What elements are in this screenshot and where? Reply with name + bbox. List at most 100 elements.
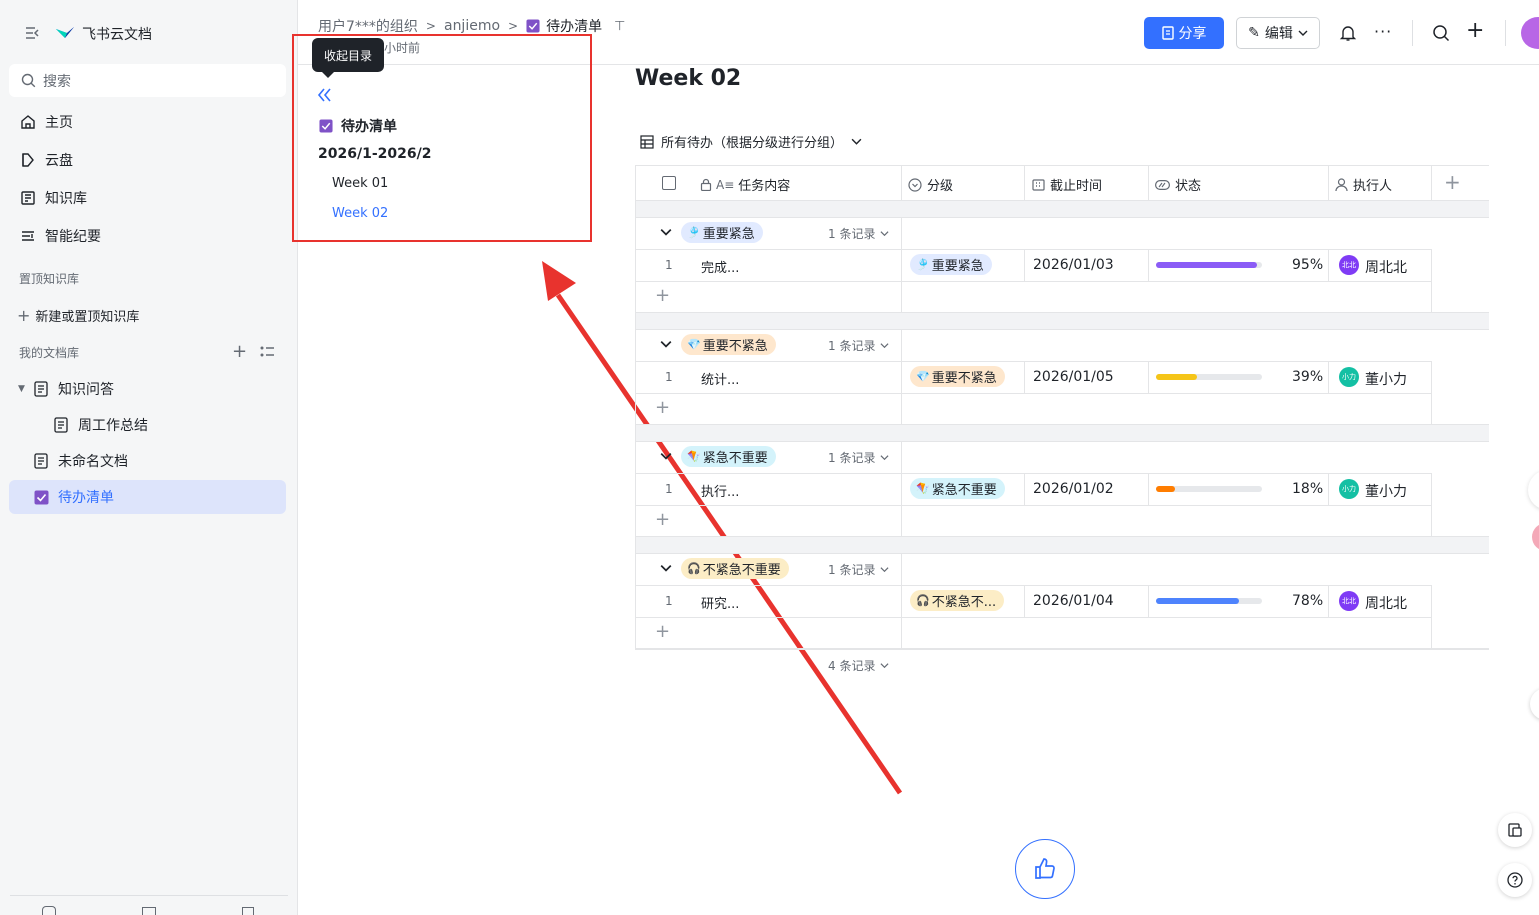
- pin-icon[interactable]: ⊤: [614, 19, 625, 34]
- row-line: [635, 200, 1489, 201]
- group-record-count[interactable]: 1 条记录: [828, 561, 889, 578]
- group-collapse-icon[interactable]: [660, 226, 672, 238]
- level-tag[interactable]: 💎 重要不紧急: [910, 366, 1005, 387]
- level-emoji-icon: 💎: [916, 370, 930, 383]
- row-line: [635, 441, 1489, 442]
- bell-icon[interactable]: [1339, 24, 1357, 46]
- group-count-label: 1 条记录: [828, 227, 876, 241]
- breadcrumb-space[interactable]: anjiemo: [444, 18, 500, 34]
- lock-icon: [700, 178, 712, 191]
- column-header-level[interactable]: 分级: [908, 175, 953, 194]
- owner-name[interactable]: 周北北: [1365, 593, 1407, 613]
- column-header-due[interactable]: 截止时间: [1032, 175, 1102, 194]
- group-separator: [636, 536, 1489, 553]
- add-row-plus-icon[interactable]: +: [655, 511, 670, 529]
- tree-item-label: 周工作总结: [78, 418, 148, 434]
- level-tag[interactable]: 🎧 不紧急不...: [910, 590, 1005, 611]
- more-icon[interactable]: ···: [1374, 22, 1392, 41]
- level-tag[interactable]: 🪁 紧急不重要: [910, 478, 1005, 499]
- row-line: [635, 393, 1432, 394]
- column-header-task[interactable]: A≡ 任务内容: [700, 175, 790, 194]
- nav-drive[interactable]: 云盘: [9, 143, 286, 177]
- column-header-owner[interactable]: 执行人: [1335, 175, 1392, 194]
- app-name: 飞书云文档: [82, 27, 152, 43]
- minutes-icon: [19, 227, 37, 245]
- group-collapse-icon[interactable]: [660, 562, 672, 574]
- due-date-cell[interactable]: 2026/01/05: [1033, 369, 1114, 385]
- side-float-avatar[interactable]: [1530, 688, 1539, 720]
- select-all-checkbox[interactable]: [662, 176, 676, 190]
- group-tag-label: 重要不紧急: [702, 339, 768, 354]
- doc-title[interactable]: Week 02: [635, 66, 741, 91]
- task-cell[interactable]: 执行...: [701, 481, 739, 500]
- copy-doc-icon: [1508, 823, 1522, 837]
- side-float-badge[interactable]: [1532, 523, 1539, 551]
- annotation-highlight-box: [292, 34, 592, 242]
- sidebar-footer-divider: [10, 895, 288, 896]
- share-button[interactable]: 分享: [1144, 17, 1224, 49]
- assistant-float-button[interactable]: [1498, 813, 1532, 847]
- add-row-plus-icon[interactable]: +: [655, 399, 670, 417]
- like-button[interactable]: [1015, 839, 1075, 899]
- nav-wiki-label: 知识库: [45, 191, 87, 207]
- due-date-cell[interactable]: 2026/01/04: [1033, 593, 1114, 609]
- group-record-count[interactable]: 1 条记录: [828, 449, 889, 466]
- add-doc-plus-icon[interactable]: +: [232, 343, 247, 361]
- row-line: [635, 536, 1489, 537]
- add-row-plus-icon[interactable]: +: [655, 287, 670, 305]
- delete-footer-icon[interactable]: [242, 907, 254, 915]
- add-row-plus-icon[interactable]: +: [655, 623, 670, 641]
- collapse-sidebar-icon[interactable]: [24, 24, 42, 42]
- notification-footer-icon[interactable]: [42, 906, 56, 915]
- column-header-status[interactable]: 状态: [1155, 175, 1201, 194]
- col-line: [1148, 249, 1149, 281]
- edit-mode-button[interactable]: ✎ 编辑: [1236, 17, 1320, 49]
- breadcrumb-org[interactable]: 用户7***的组织: [318, 16, 418, 36]
- owner-name[interactable]: 董小力: [1365, 481, 1407, 501]
- group-record-count[interactable]: 1 条记录: [828, 225, 889, 242]
- level-tag[interactable]: 🎐 重要紧急: [910, 254, 992, 275]
- breadcrumb-doc[interactable]: 待办清单: [546, 16, 602, 36]
- tree-item-todo-list[interactable]: 待办清单: [9, 480, 286, 514]
- help-button[interactable]: [1498, 863, 1532, 897]
- nav-home[interactable]: 主页: [9, 105, 286, 139]
- library-list-icon[interactable]: [259, 344, 275, 364]
- group-separator: [636, 200, 1489, 217]
- col-line: [1328, 585, 1329, 617]
- add-column-plus-icon[interactable]: +: [1444, 172, 1461, 192]
- search-icon[interactable]: [1432, 24, 1450, 46]
- owner-avatar: 北北: [1339, 255, 1359, 275]
- owner-name[interactable]: 董小力: [1365, 369, 1407, 389]
- nav-minutes[interactable]: 智能纪要: [9, 219, 286, 253]
- chevron-down-icon: [880, 661, 889, 670]
- group-collapse-icon[interactable]: [660, 338, 672, 350]
- col-line: [1024, 361, 1025, 393]
- col-line: [1024, 473, 1025, 505]
- trash-footer-icon[interactable]: [142, 907, 156, 915]
- nav-drive-label: 云盘: [45, 153, 73, 169]
- view-selector[interactable]: 所有待办（根据分级进行分组）: [640, 132, 862, 151]
- progress-bar-fill: [1156, 262, 1257, 268]
- expand-caret-icon[interactable]: ▼: [18, 384, 30, 394]
- due-date-cell[interactable]: 2026/01/03: [1033, 257, 1114, 273]
- tree-item-untitled[interactable]: 未命名文档: [9, 444, 286, 478]
- due-date-cell[interactable]: 2026/01/02: [1033, 481, 1114, 497]
- tree-item-weekly-summary[interactable]: 周工作总结: [9, 408, 286, 442]
- owner-avatar: 北北: [1339, 591, 1359, 611]
- sidebar: 飞书云文档 搜索 主页 云盘 知识库 智能纪要 置顶知识库 + 新建或置顶知识库…: [0, 0, 298, 915]
- search-input[interactable]: 搜索: [9, 64, 286, 97]
- task-cell[interactable]: 统计...: [701, 369, 739, 388]
- new-pinned-library-button[interactable]: + 新建或置顶知识库: [17, 306, 139, 325]
- nav-wiki[interactable]: 知识库: [9, 181, 286, 215]
- add-plus-icon[interactable]: +: [1466, 20, 1484, 42]
- side-float-handle[interactable]: [1528, 470, 1539, 510]
- task-cell[interactable]: 完成...: [701, 257, 739, 276]
- chevron-right-icon: >: [508, 19, 519, 33]
- owner-name[interactable]: 周北北: [1365, 257, 1407, 277]
- total-record-count[interactable]: 4 条记录: [828, 657, 889, 674]
- tree-item-knowledge-qa[interactable]: ▼ 知识问答: [9, 372, 286, 406]
- task-cell[interactable]: 研究...: [701, 593, 739, 612]
- progress-field-icon: [1155, 179, 1170, 190]
- group-record-count[interactable]: 1 条记录: [828, 337, 889, 354]
- group-collapse-icon[interactable]: [660, 450, 672, 462]
